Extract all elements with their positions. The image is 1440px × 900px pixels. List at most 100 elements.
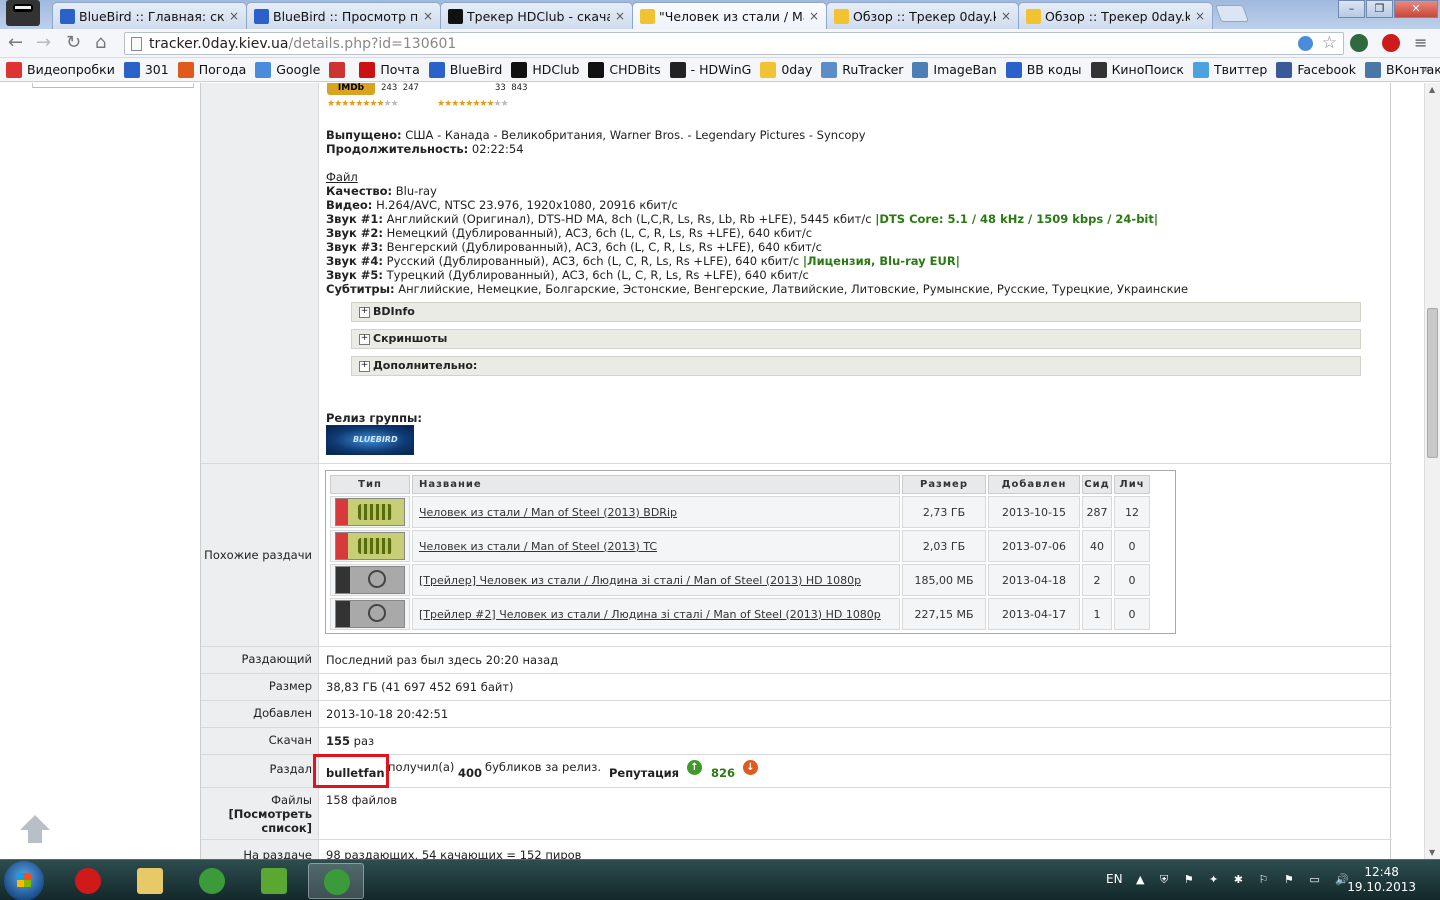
bookmark-15[interactable]: КиноПоиск [1090, 61, 1184, 78]
bookmarks-more-icon[interactable]: » [1423, 62, 1430, 76]
minimize-button[interactable]: – [1338, 0, 1365, 18]
bookmark-12[interactable]: RuTracker [821, 61, 903, 78]
home-button[interactable]: ⌂ [95, 33, 106, 53]
taskbar-explorer-button[interactable] [122, 863, 178, 899]
bookmark-10[interactable]: - HDWinG [669, 61, 751, 78]
tab-favicon-icon [254, 9, 269, 24]
profile-avatar-icon[interactable] [6, 0, 40, 26]
google-search-icon[interactable] [1298, 36, 1313, 51]
address-path: /details.php?id=130601 [288, 36, 457, 52]
tab-3[interactable]: Трекер HDClub - скачать × [440, 2, 633, 29]
bookmark-14[interactable]: ВВ коды [1005, 61, 1082, 78]
bookmark-star-icon[interactable]: ☆ [1322, 33, 1337, 53]
spoiler-bdinfo[interactable]: BDInfo [351, 302, 1361, 322]
bookmark-icon [329, 61, 346, 78]
bookmark-2[interactable]: 301 [123, 61, 169, 78]
tab-close-icon[interactable]: × [1195, 9, 1205, 23]
bookmark-icon [1090, 61, 1107, 78]
bookmark-6[interactable]: Почта [359, 61, 420, 78]
similar-type-cell [330, 564, 410, 596]
adblock-icon[interactable] [1382, 34, 1400, 52]
bookmark-17[interactable]: Facebook [1276, 61, 1356, 78]
bookmark-5[interactable] [329, 61, 350, 78]
tab-close-icon[interactable]: × [1001, 9, 1011, 23]
similar-release-link[interactable]: Человек из стали / Man of Steel (2013) B… [419, 506, 677, 519]
imdb-logo[interactable]: IMDb [327, 83, 375, 95]
tab-close-icon[interactable]: × [615, 9, 625, 23]
reputation-up-icon[interactable]: ↑ [687, 760, 702, 775]
menu-icon[interactable]: ≡ [1414, 33, 1427, 52]
scroll-to-top-icon[interactable] [18, 815, 52, 847]
seeder-label: Раздающий [201, 647, 319, 673]
similar-label: Похожие раздачи [201, 464, 319, 646]
bookmark-8[interactable]: HDClub [511, 61, 579, 78]
tab-close-icon[interactable]: × [809, 9, 819, 23]
file-link[interactable]: Файл [326, 170, 358, 184]
tab-6[interactable]: Обзор :: Трекер 0day.kiev × [1018, 2, 1213, 29]
taskbar-utorrent-button[interactable] [246, 863, 302, 899]
address-bar[interactable]: tracker.0day.kiev.ua/details.php?id=1306… [124, 32, 1344, 55]
scroll-up-icon[interactable]: ▲ [1429, 85, 1435, 94]
tab-4[interactable]: "Человек из стали / Man × [632, 2, 827, 29]
taskbar-opera-button[interactable] [60, 863, 116, 899]
release-group-logo[interactable]: BLUEBIRD [326, 425, 414, 455]
files-view-list-link[interactable]: [Посмотреть [201, 807, 312, 821]
bookmark-1[interactable]: Видеопробки [6, 61, 115, 78]
reputation-down-icon[interactable]: ↓ [743, 760, 758, 775]
similar-release-link[interactable]: [Трейлер] Человек из стали / Людина зі с… [419, 574, 861, 587]
files-label-line1: Файлы [271, 793, 312, 807]
similar-header-1[interactable]: Тип [330, 475, 410, 494]
audio-highlight: |Лицензия, Blu-ray EUR| [802, 254, 960, 268]
spoiler-screenshots[interactable]: Скриншоты [351, 329, 1361, 349]
files-label[interactable]: Файлы [Посмотреть список] [201, 788, 319, 839]
similar-header-3[interactable]: Размер [902, 475, 986, 494]
stars-filled: ★★★★★★★★ [327, 99, 385, 109]
back-button[interactable]: ← [8, 33, 23, 53]
bookmark-4[interactable]: Google [255, 61, 320, 78]
language-indicator[interactable]: EN [1106, 872, 1123, 886]
clock[interactable]: 12:48 19.10.2013 [1347, 865, 1416, 895]
similar-header-4[interactable]: Добавлен [988, 475, 1080, 494]
tab-5[interactable]: Обзор :: Трекер 0day.kie × [826, 2, 1019, 29]
close-window-button[interactable]: ✕ [1394, 0, 1438, 18]
bookmark-9[interactable]: CHDBits [588, 61, 661, 78]
new-tab-button[interactable] [1214, 5, 1250, 22]
similar-header-5[interactable]: Сид [1082, 475, 1112, 494]
chrome-active-icon [324, 869, 350, 895]
bookmark-11[interactable]: 0day [760, 61, 812, 78]
bookmark-icon [912, 61, 929, 78]
forward-button[interactable]: → [36, 33, 51, 53]
extension-icon[interactable] [1350, 34, 1368, 52]
files-view-list-link-2[interactable]: список] [201, 821, 312, 835]
bookmark-label: Твиттер [1213, 62, 1268, 77]
spoiler-additional[interactable]: Дополнительно: [351, 356, 1361, 376]
scroll-down-icon[interactable]: ▼ [1429, 848, 1435, 857]
bookmark-7[interactable]: BlueBird [428, 61, 502, 78]
taskbar-chrome-active-button[interactable] [308, 863, 364, 899]
address-url[interactable]: tracker.0day.kiev.ua/details.php?id=1306… [149, 36, 456, 52]
bookmark-label: Погода [198, 62, 247, 77]
restore-button[interactable]: ❐ [1366, 0, 1393, 18]
bookmark-13[interactable]: ImageBan [912, 61, 997, 78]
tab-close-icon[interactable]: × [423, 9, 433, 23]
similar-header-2[interactable]: Название [412, 475, 900, 494]
tab-close-icon[interactable]: × [229, 9, 239, 23]
start-button[interactable] [4, 861, 44, 900]
similar-row-1: Человек из стали / Man of Steel (2013) B… [330, 496, 1150, 528]
tray-icons[interactable]: ▲ ⛨ ⚑ ✦ ✱ ⚐ ⚑ ▭ 🔊 [1136, 873, 1355, 887]
bookmark-3[interactable]: Погода [177, 61, 247, 78]
tab-favicon-icon [834, 9, 849, 24]
torrent-details: IMDb 243 247 33 843 ★★★★★★★★★★ ★★★★★★★★★… [200, 83, 1392, 859]
bookmark-16[interactable]: Твиттер [1192, 61, 1268, 78]
similar-release-link[interactable]: [Трейлер #2] Человек из стали / Людина з… [419, 608, 881, 621]
vertical-scrollbar[interactable]: ▲ ▼ [1424, 83, 1440, 859]
similar-release-link[interactable]: Человек из стали / Man of Steel (2013) T… [419, 540, 657, 553]
scrollbar-thumb[interactable] [1427, 308, 1438, 458]
taskbar-chrome-button[interactable] [184, 863, 240, 899]
tab-label: Обзор :: Трекер 0day.kiev [1045, 8, 1190, 24]
tab-2[interactable]: BlueBird :: Просмотр про × [246, 2, 441, 29]
similar-header-6[interactable]: Лич [1114, 475, 1150, 494]
reload-button[interactable]: ↻ [66, 33, 81, 53]
tab-1[interactable]: BlueBird :: Главная: скача × [52, 2, 247, 29]
file-link-text[interactable]: Файл [326, 170, 358, 184]
